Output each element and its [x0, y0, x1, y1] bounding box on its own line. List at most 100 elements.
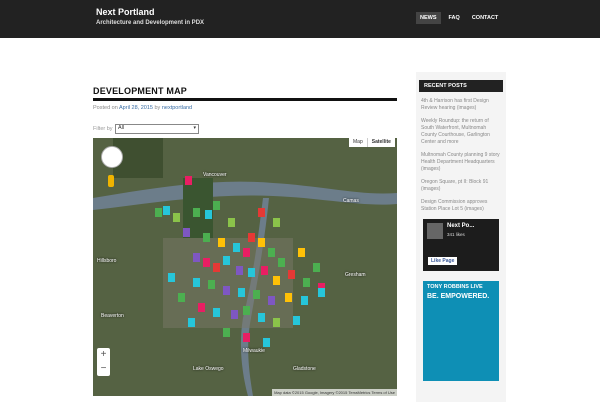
marker[interactable] [213, 263, 220, 272]
recent-post-link[interactable]: Multnomah County planning 9 story Health… [421, 152, 501, 173]
marker[interactable] [208, 280, 215, 289]
zoom-in-button[interactable]: + [97, 348, 110, 362]
marker[interactable] [268, 296, 275, 305]
marker[interactable] [273, 318, 280, 327]
map-label-gladstone: Gladstone [293, 366, 316, 372]
nav-contact[interactable]: CONTACT [468, 12, 502, 24]
project-markers[interactable] [93, 138, 397, 396]
title-rule [93, 98, 397, 101]
filter-select[interactable]: All ▾ [115, 124, 199, 134]
ad-line-1: TONY ROBBINS LIVE [427, 284, 483, 290]
marker[interactable] [223, 328, 230, 337]
marker[interactable] [248, 233, 255, 242]
marker[interactable] [155, 208, 162, 217]
marker[interactable] [203, 233, 210, 242]
marker[interactable] [301, 296, 308, 305]
marker[interactable] [231, 310, 238, 319]
marker[interactable] [278, 258, 285, 267]
map-label-beaverton: Beaverton [101, 313, 124, 319]
advertisement[interactable]: TONY ROBBINS LIVE BE. EMPOWERED. [423, 281, 499, 381]
marker[interactable] [183, 228, 190, 237]
recent-post-link[interactable]: Design Commission approves Station Place… [421, 199, 501, 213]
marker[interactable] [185, 176, 192, 185]
zoom-control: + − [97, 348, 110, 376]
map-label-lake-oswego: Lake Oswego [193, 366, 224, 372]
development-map[interactable]: Vancouver Beaverton Gresham Gladstone Mi… [93, 138, 397, 396]
marker[interactable] [205, 210, 212, 219]
marker[interactable] [243, 306, 250, 315]
marker[interactable] [313, 263, 320, 272]
sidebar: RECENT POSTS 4th & Harrison has first De… [416, 72, 506, 402]
marker[interactable] [193, 278, 200, 287]
marker[interactable] [273, 218, 280, 227]
zoom-out-button[interactable]: − [97, 362, 110, 376]
marker[interactable] [248, 268, 255, 277]
marker[interactable] [203, 258, 210, 267]
marker[interactable] [228, 218, 235, 227]
marker[interactable] [163, 206, 170, 215]
filter-label: Filter by [93, 126, 113, 132]
marker[interactable] [243, 333, 250, 342]
by-label: by [154, 105, 161, 111]
marker[interactable] [218, 238, 225, 247]
marker[interactable] [263, 338, 270, 347]
facebook-like-button[interactable]: Like Page [428, 257, 458, 265]
pegman-icon[interactable] [108, 175, 114, 187]
post-date-link[interactable]: April 28, 2015 [119, 105, 153, 111]
marker[interactable] [213, 308, 220, 317]
main-content: DEVELOPMENT MAP Posted on April 28, 2015… [93, 86, 397, 134]
nav-faq[interactable]: FAQ [445, 12, 464, 24]
map-label-gresham: Gresham [345, 272, 366, 278]
post-author-link[interactable]: nextportland [162, 105, 192, 111]
marker[interactable] [223, 256, 230, 265]
marker[interactable] [233, 243, 240, 252]
map-label-vancouver: Vancouver [203, 172, 227, 178]
marker[interactable] [268, 248, 275, 257]
marker[interactable] [168, 273, 175, 282]
facebook-widget: Next Po... 341 likes Like Page [423, 219, 499, 271]
recent-post-link[interactable]: 4th & Harrison has first Design Review h… [421, 98, 501, 112]
marker[interactable] [188, 318, 195, 327]
nav-news[interactable]: NEWS [416, 12, 441, 24]
marker[interactable] [193, 253, 200, 262]
map-attribution: Map data ©2015 Google, Imagery ©2015 Ter… [272, 389, 397, 396]
marker[interactable] [288, 270, 295, 279]
marker[interactable] [178, 293, 185, 302]
marker[interactable] [318, 288, 325, 297]
marker[interactable] [258, 208, 265, 217]
site-subtitle: Architecture and Development in PDX [96, 20, 205, 26]
pan-control[interactable] [101, 146, 123, 168]
recent-post-link[interactable]: Oregon Square, pt II: Block 91 (images) [421, 179, 501, 193]
marker[interactable] [238, 288, 245, 297]
recent-posts-list: 4th & Harrison has first Design Review h… [421, 98, 501, 213]
marker[interactable] [243, 248, 250, 257]
facebook-likes-count: 341 likes [447, 232, 465, 237]
marker[interactable] [173, 213, 180, 222]
marker[interactable] [258, 313, 265, 322]
marker[interactable] [198, 303, 205, 312]
chevron-down-icon: ▾ [193, 125, 196, 131]
marker[interactable] [273, 276, 280, 285]
map-type-map-button[interactable]: Map [349, 138, 367, 147]
marker[interactable] [213, 201, 220, 210]
marker[interactable] [258, 238, 265, 247]
main-nav: NEWS FAQ CONTACT [416, 12, 502, 24]
marker[interactable] [303, 278, 310, 287]
marker[interactable] [253, 290, 260, 299]
map-type-toggle: Map Satellite [349, 138, 395, 147]
facebook-page-avatar[interactable] [427, 223, 443, 239]
marker[interactable] [193, 208, 200, 217]
marker[interactable] [236, 266, 243, 275]
marker[interactable] [293, 316, 300, 325]
site-title[interactable]: Next Portland [96, 7, 155, 17]
recent-post-link[interactable]: Weekly Roundup: the return of South Wate… [421, 118, 501, 146]
marker[interactable] [261, 266, 268, 275]
marker[interactable] [223, 286, 230, 295]
facebook-page-name[interactable]: Next Po... [447, 223, 474, 229]
post-title: DEVELOPMENT MAP [93, 86, 188, 96]
marker[interactable] [285, 293, 292, 302]
post-meta: Posted on April 28, 2015 by nextportland [93, 105, 397, 111]
map-type-satellite-button[interactable]: Satellite [366, 138, 395, 147]
ad-line-2: BE. EMPOWERED. [427, 293, 490, 300]
marker[interactable] [298, 248, 305, 257]
